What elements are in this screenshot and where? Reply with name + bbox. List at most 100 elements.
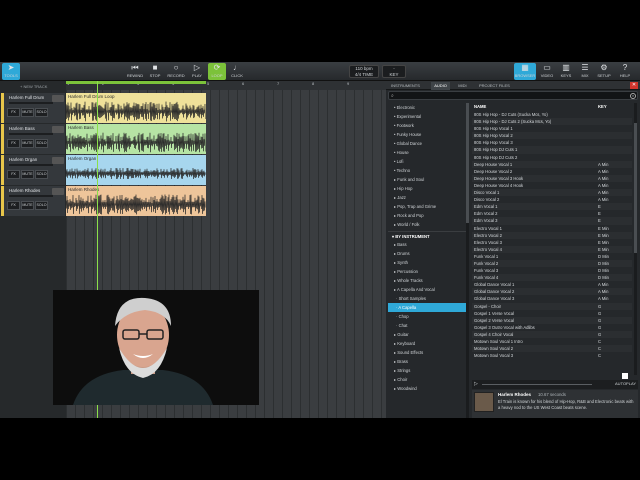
setup-button[interactable]: ⚙ SETUP <box>595 63 613 80</box>
category-item[interactable]: ▸ Drums <box>388 249 468 258</box>
click-button[interactable]: ♩ CLICK <box>228 63 246 80</box>
category-item[interactable]: · Chop <box>388 312 468 321</box>
list-row[interactable]: Gospel - Choir G <box>472 302 632 310</box>
category-item[interactable]: · Chat <box>388 321 468 330</box>
track-name[interactable]: Harlem Organ <box>9 157 53 162</box>
help-button[interactable]: ? HELP <box>616 63 634 80</box>
solo-button[interactable]: SOLO <box>35 108 48 117</box>
autoplay-toggle[interactable]: AUTOPLAY <box>615 381 636 386</box>
list-row[interactable]: Motown Soul Vocal 1 Intro C <box>472 338 632 345</box>
preview-progress[interactable] <box>482 384 592 385</box>
category-item[interactable]: · A Capella <box>388 303 468 312</box>
clear-search-icon[interactable]: × <box>630 93 636 99</box>
category-item[interactable]: ▸ Sound Effects <box>388 348 468 357</box>
list-row[interactable]: Electro Vocal 4 E Min <box>472 245 632 253</box>
track-header[interactable]: Harlem Bass FX MUTE SOLO <box>1 124 65 154</box>
key-display[interactable]: - KEY <box>382 65 406 78</box>
list-row[interactable]: Electro Vocal 2 E Min <box>472 231 632 239</box>
category-item[interactable]: ▸ World / Folk <box>388 220 468 229</box>
category-item[interactable]: • Funky House <box>388 130 468 139</box>
loop-button[interactable]: ⟳ LOOP <box>208 63 226 80</box>
stop-button[interactable]: ■ STOP <box>146 63 164 80</box>
list-row[interactable]: Motown Soul Vocal 2 C <box>472 345 632 353</box>
tools-button[interactable]: ➤ TOOLS <box>2 63 20 80</box>
scroll-thumb[interactable] <box>634 123 637 253</box>
volume-slider[interactable] <box>9 102 53 104</box>
list-scrollbar[interactable] <box>634 103 637 375</box>
category-item[interactable]: ▸ Percussion <box>388 267 468 276</box>
category-item[interactable]: ▸ Rock and Pop <box>388 211 468 220</box>
list-row[interactable]: Deep House Vocal 2 A Min <box>472 168 632 175</box>
category-item[interactable]: ▸ Jazz <box>388 193 468 202</box>
volume-slider[interactable] <box>9 164 53 166</box>
category-item[interactable]: • House <box>388 148 468 157</box>
list-row[interactable]: Electro Vocal 3 E Min <box>472 239 632 246</box>
automation-icon[interactable] <box>52 95 64 102</box>
category-item[interactable]: ▸ Bass <box>388 240 468 249</box>
category-item[interactable]: • Lofi <box>388 157 468 166</box>
list-row[interactable]: Global Dance Vocal 2 A Min <box>472 288 632 296</box>
list-row[interactable]: Electro Vocal 1 E Min <box>472 225 632 232</box>
record-button[interactable]: ○ RECORD <box>166 63 186 80</box>
volume-slider[interactable] <box>9 195 53 197</box>
close-browser-button[interactable]: ✕ <box>630 82 638 89</box>
list-row[interactable]: Gospel 2 Verse Vocal G <box>472 316 632 324</box>
name-column-header[interactable]: NAME <box>474 104 486 109</box>
category-item[interactable]: ▸ A Capella And Vocal <box>388 285 468 294</box>
category-item[interactable]: • Global Dance <box>388 139 468 148</box>
key-column-header[interactable]: KEY <box>598 103 607 111</box>
audio-clip[interactable]: Harlem Rhodes <box>66 186 206 216</box>
category-item[interactable]: ▸ Brass <box>388 357 468 366</box>
list-row[interactable]: Funk Vocal 1 D Min <box>472 253 632 260</box>
track-header[interactable]: Harlem Organ FX MUTE SOLO <box>1 155 65 185</box>
list-row[interactable]: Edm Vocal 2 E <box>472 210 632 217</box>
list-row[interactable]: 80S Hip Hop DJ Cuts 1 <box>472 146 632 154</box>
mute-button[interactable]: MUTE <box>21 170 34 179</box>
audio-clip[interactable]: Harlem Bass <box>66 124 206 154</box>
list-row[interactable]: Motown Soul Vocal 3 C <box>472 352 632 359</box>
keys-button[interactable]: ▥ KEYS <box>557 63 575 80</box>
track-name[interactable]: Harlem Full Drum <box>9 95 53 100</box>
list-row[interactable]: 80S Hip Hop Vocal 2 <box>472 132 632 140</box>
category-item[interactable]: • Electronic <box>388 103 468 112</box>
tab-audio[interactable]: AUDIO <box>431 82 450 90</box>
category-item[interactable]: ▸ Guitar <box>388 330 468 339</box>
tab-project-files[interactable]: PROJECT FILES <box>476 82 513 90</box>
tab-midi[interactable]: MIDI <box>455 82 469 90</box>
category-item[interactable]: · Short Samples <box>388 294 468 303</box>
tab-instruments[interactable]: INSTRUMENTS <box>388 82 423 90</box>
automation-icon[interactable] <box>52 157 64 164</box>
category-item[interactable]: ▸ Hip Hop <box>388 184 468 193</box>
solo-button[interactable]: SOLO <box>35 139 48 148</box>
fx-button[interactable]: FX <box>7 108 20 117</box>
list-row[interactable]: Deep House Vocal 3 Hook A Min <box>472 174 632 182</box>
automation-icon[interactable] <box>52 188 64 195</box>
category-item[interactable]: ▸ Pop, Trap and Grime <box>388 202 468 211</box>
list-row[interactable]: Global Dance Vocal 1 A Min <box>472 281 632 288</box>
category-item[interactable]: ▸ Strings <box>388 366 468 375</box>
tempo-display[interactable]: 110 bpm 4/4 TIME <box>349 65 379 78</box>
audio-clip[interactable]: Harlem Full Drum Loop <box>66 93 206 123</box>
list-row[interactable]: Funk Vocal 2 D Min <box>472 259 632 268</box>
list-row[interactable]: Funk Vocal 3 D Min <box>472 267 632 274</box>
mix-button[interactable]: ☰ MIX <box>576 63 594 80</box>
list-row[interactable]: Deep House Vocal 1 A Min <box>472 160 632 168</box>
search-input[interactable]: ⌕ × <box>388 91 638 100</box>
new-track-button[interactable]: + NEW TRACK <box>0 82 66 92</box>
category-item[interactable]: • Experimental <box>388 112 468 121</box>
category-item[interactable]: ▾ BY INSTRUMENT <box>388 231 468 240</box>
fx-button[interactable]: FX <box>7 201 20 210</box>
mute-button[interactable]: MUTE <box>21 139 34 148</box>
resize-handle[interactable] <box>622 373 628 379</box>
category-item[interactable]: ▸ Woodwind <box>388 384 468 393</box>
volume-slider[interactable] <box>9 133 53 135</box>
track-header[interactable]: Harlem Full Drum FX MUTE SOLO <box>1 93 65 123</box>
list-row[interactable]: 80S Hip Hop - DJ Cuts 2 (Sucka Mcs, Yo) <box>472 118 632 126</box>
list-row[interactable]: 80S Hip Hop Vocal 3 <box>472 139 632 146</box>
list-row[interactable]: 80S Hip Hop Vocal 1 <box>472 125 632 132</box>
track-header[interactable]: Harlem Rhodes FX MUTE SOLO <box>1 186 65 216</box>
fx-button[interactable]: FX <box>7 170 20 179</box>
list-row[interactable]: 80S Hip Hop DJ Cuts 2 <box>472 154 632 161</box>
list-row[interactable]: Gospel 4 Choir Vocal G <box>472 330 632 338</box>
video-button[interactable]: ▭ VIDEO <box>538 63 556 80</box>
